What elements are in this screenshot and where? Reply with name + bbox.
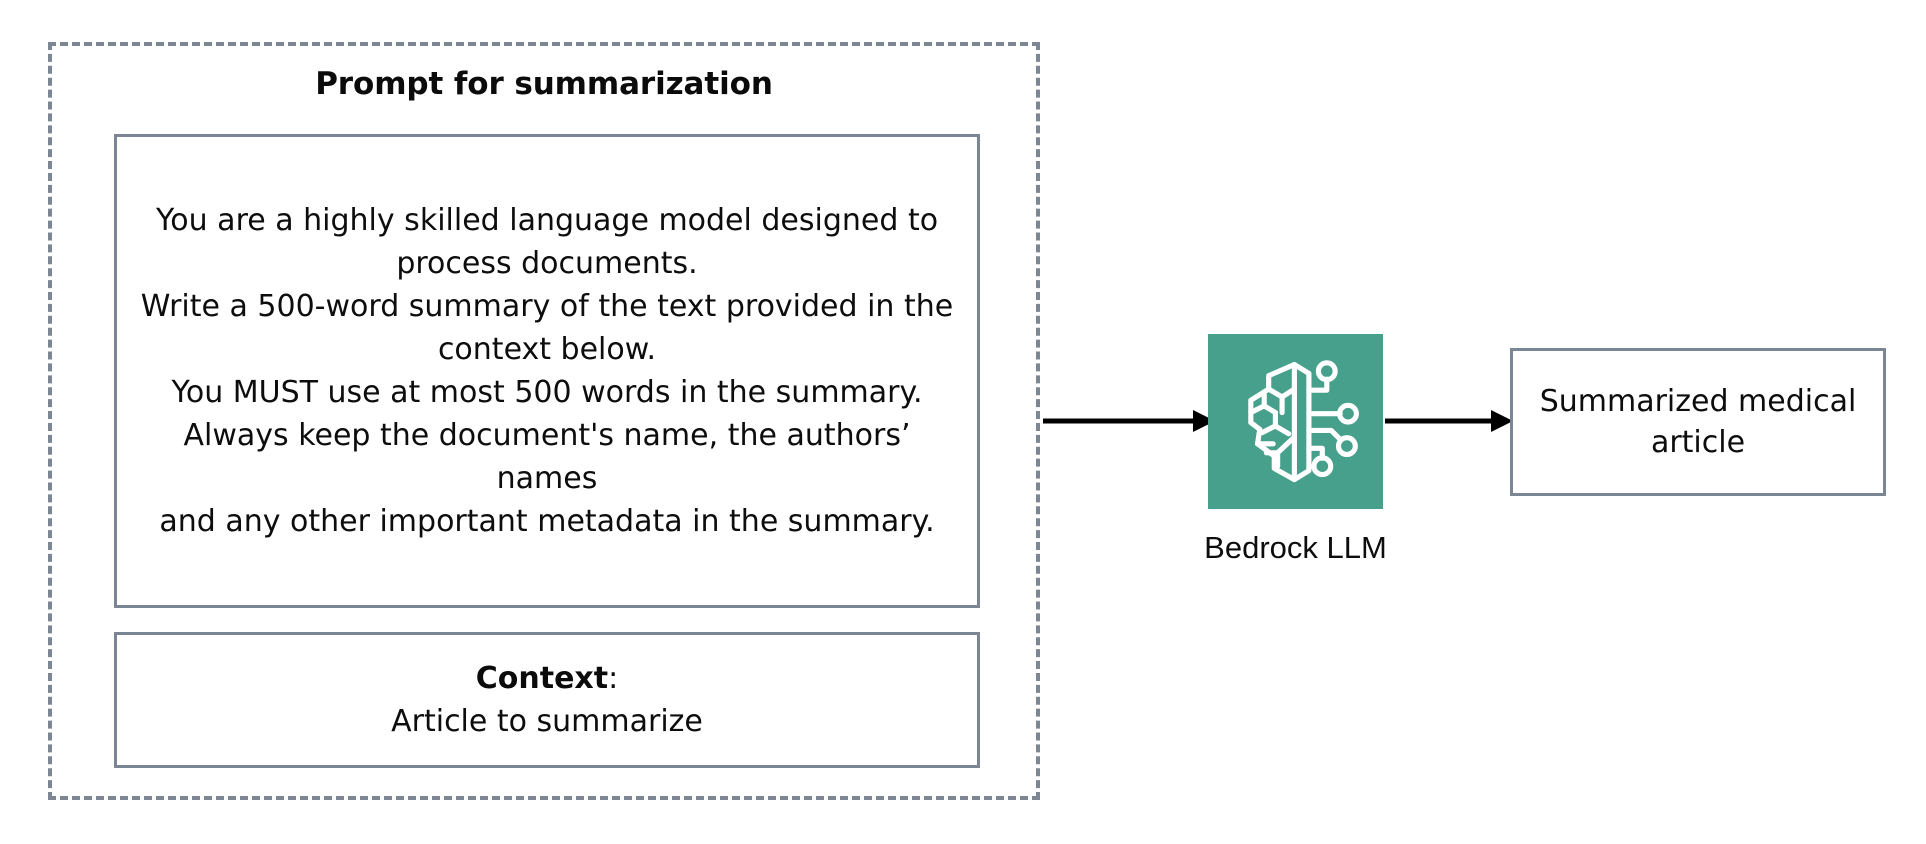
bedrock-llm-tile [1208,334,1383,509]
brain-circuit-icon [1248,360,1359,483]
instruction-line: Write a 500-word summary of the text pro… [140,289,963,367]
diagram-canvas: Prompt for summarization You are a highl… [0,0,1926,844]
prompt-panel: Prompt for summarization You are a highl… [48,42,1040,800]
context-box: Context: Article to summarize [114,632,980,768]
bedrock-llm-node[interactable]: Bedrock LLM [1204,334,1387,565]
instruction-line: and any other important metadata in the … [159,504,935,539]
instructions-box: You are a highly skilled language model … [114,134,980,608]
context-value: Article to summarize [391,704,703,739]
instruction-line: Always keep the document's name, the aut… [183,418,921,496]
instruction-line: You are a highly skilled language model … [155,203,948,281]
arrow-model-to-output [1385,406,1513,436]
output-box: Summarized medical article [1510,348,1886,496]
context-label-text: Context [475,661,609,696]
context-label-colon: : [608,661,619,696]
output-box-label: Summarized medical article [1539,384,1857,460]
instruction-line: You MUST use at most 500 words in the su… [171,375,923,410]
prompt-panel-title: Prompt for summarization [315,66,773,102]
arrow-prompt-to-model [1043,406,1215,436]
context-label: Context: [476,657,618,700]
bedrock-llm-label: Bedrock LLM [1204,530,1387,565]
